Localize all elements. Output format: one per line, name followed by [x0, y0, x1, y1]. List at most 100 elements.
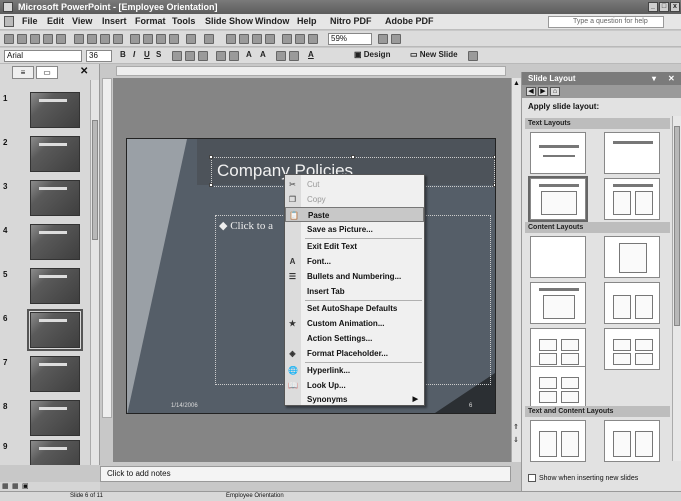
- menu-slide-show[interactable]: Slide Show: [205, 16, 253, 26]
- permission-icon[interactable]: [43, 34, 53, 44]
- resize-handle[interactable]: [493, 155, 495, 159]
- menu-look-up[interactable]: 📖 Look Up...: [285, 378, 424, 393]
- font-size-select[interactable]: 36: [86, 50, 112, 62]
- menu-action-settings[interactable]: Action Settings...: [285, 331, 424, 346]
- menu-format-placeholder[interactable]: ◈ Format Placeholder...: [285, 346, 424, 361]
- italic-button[interactable]: I: [133, 50, 135, 59]
- checkbox-icon[interactable]: [528, 474, 536, 482]
- close-pane-icon[interactable]: ✕: [80, 66, 88, 77]
- close-task-pane-icon[interactable]: ✕: [668, 72, 675, 85]
- print-icon[interactable]: [74, 34, 84, 44]
- help-search-input[interactable]: Type a question for help: [548, 16, 664, 28]
- layout-text-content-a[interactable]: [530, 420, 586, 462]
- forward-icon[interactable]: ▶: [538, 87, 548, 96]
- menu-cut[interactable]: ✂ Cut: [285, 177, 424, 192]
- hyperlink-icon[interactable]: [265, 34, 275, 44]
- numbering-icon[interactable]: [216, 51, 226, 61]
- increase-font-button[interactable]: A: [246, 50, 252, 59]
- home-icon[interactable]: ⌂: [550, 87, 560, 96]
- minimize-button[interactable]: _: [648, 2, 658, 12]
- scroll-up-icon[interactable]: ▲: [513, 80, 520, 87]
- slide-show-icon[interactable]: ▣: [22, 482, 29, 490]
- shadow-button[interactable]: S: [156, 50, 161, 59]
- close-button[interactable]: x: [670, 2, 680, 12]
- redo-icon[interactable]: [204, 34, 214, 44]
- resize-handle[interactable]: [493, 183, 495, 187]
- align-right-icon[interactable]: [198, 51, 208, 61]
- help-icon[interactable]: [378, 34, 388, 44]
- layout-title-only[interactable]: [604, 132, 660, 174]
- menu-nitro-pdf[interactable]: Nitro PDF: [330, 16, 372, 26]
- menu-custom-animation[interactable]: ★ Custom Animation...: [285, 316, 424, 331]
- menu-help[interactable]: Help: [297, 16, 317, 26]
- slide-thumbnail-9[interactable]: 9: [0, 440, 92, 465]
- layout-two-content[interactable]: [604, 282, 660, 324]
- show-when-inserting-checkbox[interactable]: Show when inserting new slides: [528, 474, 638, 482]
- paste-icon[interactable]: [156, 34, 166, 44]
- resize-handle[interactable]: [209, 155, 213, 159]
- font-color-button[interactable]: A: [308, 50, 314, 59]
- menu-tools[interactable]: Tools: [172, 16, 195, 26]
- layout-title-text[interactable]: [528, 176, 588, 222]
- toolbar-options-icon[interactable]: [391, 34, 401, 44]
- design-button[interactable]: ▣ Design: [354, 50, 390, 59]
- slide-thumbnail-2[interactable]: 2: [0, 136, 92, 176]
- layout-four-content-b[interactable]: [604, 328, 660, 370]
- layout-content[interactable]: [604, 236, 660, 278]
- copy-icon[interactable]: [143, 34, 153, 44]
- menu-format[interactable]: Format: [135, 16, 166, 26]
- slides-pane-scrollbar[interactable]: [90, 80, 99, 465]
- spelling-icon[interactable]: [100, 34, 110, 44]
- format-painter-icon[interactable]: [169, 34, 179, 44]
- layout-four-content-a[interactable]: [530, 328, 586, 370]
- layout-title-content[interactable]: [530, 282, 586, 324]
- slide-thumbnail-8[interactable]: 8: [0, 400, 92, 440]
- tables-borders-icon[interactable]: [252, 34, 262, 44]
- increase-indent-icon[interactable]: [289, 51, 299, 61]
- menu-view[interactable]: View: [72, 16, 92, 26]
- menu-bullets-numbering[interactable]: ☰ Bullets and Numbering...: [285, 269, 424, 284]
- resize-handle[interactable]: [351, 155, 355, 159]
- layout-four-content-c[interactable]: [530, 366, 586, 408]
- menu-adobe-pdf[interactable]: Adobe PDF: [385, 16, 434, 26]
- expand-all-icon[interactable]: [282, 34, 292, 44]
- grayscale-icon[interactable]: [308, 34, 318, 44]
- slide-sorter-icon[interactable]: ▦: [12, 482, 19, 490]
- decrease-indent-icon[interactable]: [276, 51, 286, 61]
- menu-insert[interactable]: Insert: [102, 16, 127, 26]
- tab-outline[interactable]: ≡: [12, 66, 34, 79]
- slide-vertical-scrollbar[interactable]: ▲ ⇑ ⇓: [511, 78, 521, 462]
- open-icon[interactable]: [17, 34, 27, 44]
- undo-icon[interactable]: [186, 34, 196, 44]
- menu-paste[interactable]: 📋 Paste: [285, 207, 424, 222]
- powerpoint-app-icon[interactable]: [3, 2, 13, 12]
- decrease-font-button[interactable]: A: [260, 50, 266, 59]
- body-placeholder-text[interactable]: ◆ Click to a: [219, 219, 273, 232]
- save-icon[interactable]: [30, 34, 40, 44]
- show-formatting-icon[interactable]: [295, 34, 305, 44]
- menu-hyperlink[interactable]: 🌐 Hyperlink...: [285, 363, 424, 378]
- menu-window[interactable]: Window: [255, 16, 289, 26]
- new-icon[interactable]: [4, 34, 14, 44]
- task-pane-menu-icon[interactable]: ▾: [652, 72, 656, 85]
- notes-pane[interactable]: Click to add notes: [100, 466, 511, 482]
- bold-button[interactable]: B: [120, 50, 126, 59]
- slide-thumbnail-7[interactable]: 7: [0, 356, 92, 396]
- chart-icon[interactable]: [226, 34, 236, 44]
- menu-copy[interactable]: ❐ Copy: [285, 192, 424, 207]
- research-icon[interactable]: [113, 34, 123, 44]
- document-icon[interactable]: [4, 16, 14, 27]
- font-select[interactable]: Arial: [4, 50, 82, 62]
- toolbar-options-icon[interactable]: [468, 51, 478, 61]
- menu-synonyms[interactable]: Synonyms ▶: [285, 393, 424, 406]
- back-icon[interactable]: ◀: [526, 87, 536, 96]
- menu-set-autoshape-defaults[interactable]: Set AutoShape Defaults: [285, 301, 424, 316]
- slide-thumbnail-6[interactable]: 6: [0, 309, 92, 352]
- slide-thumbnail-4[interactable]: 4: [0, 224, 92, 264]
- layout-two-column-text[interactable]: [604, 178, 660, 220]
- align-center-icon[interactable]: [185, 51, 195, 61]
- horizontal-ruler[interactable]: [116, 66, 506, 76]
- cut-icon[interactable]: [130, 34, 140, 44]
- vertical-ruler[interactable]: [102, 78, 112, 418]
- align-left-icon[interactable]: [172, 51, 182, 61]
